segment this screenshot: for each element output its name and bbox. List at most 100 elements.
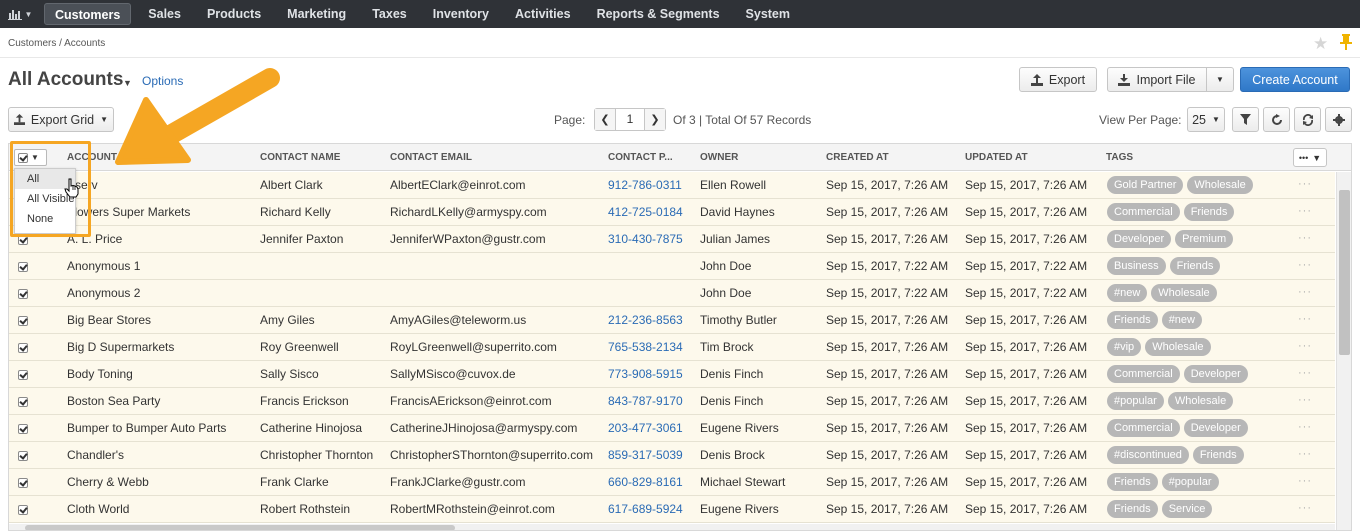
- scroll-thumb[interactable]: [25, 525, 455, 530]
- contact-phone-cell[interactable]: 412-725-0184: [608, 199, 696, 226]
- next-page-button[interactable]: ❯: [645, 109, 665, 130]
- table-row[interactable]: Boston Sea Party Francis Erickson FrancisA…: [9, 388, 1335, 415]
- page-number-input[interactable]: 1: [615, 109, 645, 130]
- vertical-scrollbar[interactable]: [1336, 172, 1351, 530]
- tag-badge[interactable]: Wholesale: [1145, 338, 1211, 356]
- sync-button[interactable]: [1294, 107, 1321, 132]
- row-checkbox[interactable]: [18, 343, 28, 353]
- contact-phone-cell[interactable]: 212-236-8563: [608, 307, 696, 334]
- tag-badge[interactable]: Friends: [1107, 311, 1158, 329]
- tag-badge[interactable]: #new: [1107, 284, 1148, 302]
- tag-badge[interactable]: Service: [1161, 500, 1213, 518]
- table-row[interactable]: Big D Supermarkets Roy Greenwell RoyLGreen…: [9, 334, 1335, 361]
- tag-badge[interactable]: Friends: [1169, 257, 1221, 275]
- row-actions-icon[interactable]: ···: [1298, 388, 1312, 413]
- row-actions-icon[interactable]: ···: [1298, 442, 1312, 467]
- tag-badge[interactable]: #popular: [1107, 392, 1164, 410]
- import-options-button[interactable]: ▼: [1206, 67, 1234, 92]
- column-menu-button[interactable]: ••• ▼: [1293, 148, 1327, 167]
- row-checkbox[interactable]: [18, 424, 28, 434]
- contact-phone-cell[interactable]: 765-538-2134: [608, 334, 696, 361]
- contact-phone-cell[interactable]: 660-829-8161: [608, 469, 696, 496]
- filter-button[interactable]: [1232, 107, 1259, 132]
- tag-badge[interactable]: Developer: [1183, 419, 1248, 437]
- contact-phone-cell[interactable]: 617-689-5924: [608, 496, 696, 523]
- create-account-button[interactable]: Create Account: [1240, 67, 1350, 92]
- col-contact-phone[interactable]: Contact P...: [608, 144, 673, 171]
- contact-phone-cell[interactable]: 859-317-5039: [608, 442, 696, 469]
- col-created-at[interactable]: Created At: [826, 144, 889, 171]
- nav-item-reports-segments[interactable]: Reports & Segments: [584, 0, 733, 28]
- tag-badge[interactable]: #popular: [1161, 473, 1219, 491]
- tag-badge[interactable]: Friends: [1192, 446, 1244, 464]
- tag-badge[interactable]: Business: [1107, 257, 1166, 275]
- tag-badge[interactable]: #new: [1161, 311, 1202, 329]
- tag-badge[interactable]: Friends: [1107, 473, 1158, 491]
- tag-badge[interactable]: Commercial: [1107, 419, 1180, 437]
- row-checkbox[interactable]: [18, 316, 28, 326]
- row-checkbox[interactable]: [18, 397, 28, 407]
- col-owner[interactable]: Owner: [700, 144, 738, 171]
- row-actions-icon[interactable]: ···: [1298, 226, 1312, 251]
- breadcrumb[interactable]: Customers / Accounts: [8, 38, 105, 49]
- row-actions-icon[interactable]: ···: [1298, 361, 1312, 386]
- table-row[interactable]: Anonymous 1 John Doe Sep 15, 2017, 7:22 AM…: [9, 253, 1335, 280]
- table-row[interactable]: Chandler's Christopher Thornton Christophe…: [9, 442, 1335, 469]
- row-checkbox[interactable]: [18, 289, 28, 299]
- tag-badge[interactable]: Friends: [1183, 203, 1235, 221]
- nav-item-products[interactable]: Products: [194, 0, 274, 28]
- tag-badge[interactable]: Commercial: [1107, 203, 1180, 221]
- row-actions-icon[interactable]: ···: [1298, 307, 1312, 332]
- nav-item-system[interactable]: System: [733, 0, 803, 28]
- table-row[interactable]: Body Toning Sally Sisco SallyMSisco@cuvox.…: [9, 361, 1335, 388]
- row-actions-icon[interactable]: ···: [1298, 280, 1312, 305]
- refresh-button[interactable]: [1263, 107, 1290, 132]
- contact-phone-cell[interactable]: 912-786-0311: [608, 172, 696, 199]
- table-row[interactable]: A. L. Price Jennifer Paxton JenniferWPaxto…: [9, 226, 1335, 253]
- row-checkbox[interactable]: [18, 478, 28, 488]
- contact-phone-cell[interactable]: 773-908-5915: [608, 361, 696, 388]
- export-grid-button[interactable]: Export Grid ▼: [8, 107, 114, 132]
- tag-badge[interactable]: Wholesale: [1167, 392, 1234, 410]
- nav-item-customers[interactable]: Customers: [44, 3, 132, 25]
- table-row[interactable]: Aserv Albert Clark AlbertEClark@einrot.com…: [9, 172, 1335, 199]
- row-checkbox[interactable]: [18, 505, 28, 515]
- table-row[interactable]: Anonymous 2 John Doe Sep 15, 2017, 7:22 AM…: [9, 280, 1335, 307]
- pin-icon[interactable]: [1340, 34, 1352, 53]
- table-row[interactable]: Cherry & Webb Frank Clarke FrankJClarke@gu…: [9, 469, 1335, 496]
- tag-badge[interactable]: #vip: [1107, 338, 1142, 356]
- tag-badge[interactable]: Wholesale: [1187, 176, 1253, 194]
- horizontal-scrollbar[interactable]: [9, 524, 1335, 530]
- tag-badge[interactable]: #discontinued: [1107, 446, 1189, 464]
- tag-badge[interactable]: Gold Partner: [1107, 176, 1184, 194]
- col-contact-email[interactable]: Contact Email: [390, 144, 472, 171]
- nav-item-inventory[interactable]: Inventory: [420, 0, 502, 28]
- nav-item-activities[interactable]: Activities: [502, 0, 584, 28]
- row-checkbox[interactable]: [18, 370, 28, 380]
- scroll-thumb[interactable]: [1339, 190, 1350, 355]
- contact-phone-cell[interactable]: 203-477-3061: [608, 415, 696, 442]
- contact-phone-cell[interactable]: [608, 253, 696, 280]
- tag-badge[interactable]: Premium: [1175, 230, 1234, 248]
- col-tags[interactable]: Tags: [1106, 144, 1133, 171]
- row-checkbox[interactable]: [18, 262, 28, 272]
- tag-badge[interactable]: Commercial: [1107, 365, 1180, 383]
- app-menu-button[interactable]: ▼: [0, 0, 40, 28]
- row-actions-icon[interactable]: ···: [1298, 172, 1312, 197]
- export-button[interactable]: Export: [1019, 67, 1097, 92]
- view-per-page-select[interactable]: 25 ▼: [1187, 107, 1225, 132]
- prev-page-button[interactable]: ❮: [595, 109, 615, 130]
- tag-badge[interactable]: Developer: [1183, 365, 1248, 383]
- tag-badge[interactable]: Friends: [1107, 500, 1158, 518]
- import-file-button[interactable]: Import File: [1107, 67, 1207, 92]
- row-actions-icon[interactable]: ···: [1298, 415, 1312, 440]
- table-row[interactable]: Big Bear Stores Amy Giles AmyAGiles@telewo…: [9, 307, 1335, 334]
- table-row[interactable]: Bumper to Bumper Auto Parts Catherine Hin…: [9, 415, 1335, 442]
- row-checkbox[interactable]: [18, 451, 28, 461]
- row-actions-icon[interactable]: ···: [1298, 199, 1312, 224]
- nav-item-taxes[interactable]: Taxes: [359, 0, 420, 28]
- row-actions-icon[interactable]: ···: [1298, 253, 1312, 278]
- contact-phone-cell[interactable]: [608, 280, 696, 307]
- nav-item-sales[interactable]: Sales: [135, 0, 194, 28]
- table-row[interactable]: Cloth World Robert Rothstein RobertMRothst…: [9, 496, 1335, 523]
